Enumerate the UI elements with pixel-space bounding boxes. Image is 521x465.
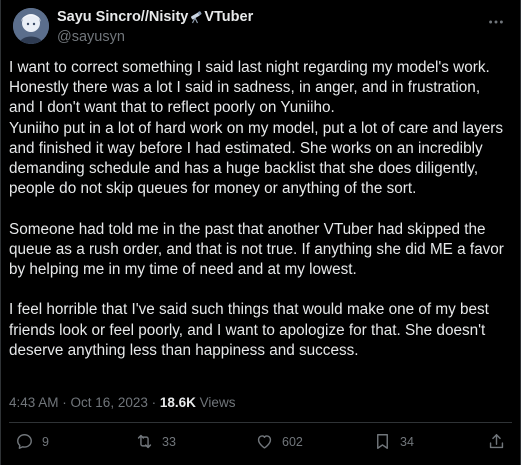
tweet-text: I want to correct something I said last … <box>9 58 514 361</box>
tweet-line: and I don't want that to reflect poorly … <box>9 99 335 117</box>
bookmark-button[interactable]: 34 <box>373 432 414 451</box>
tweet-line: demanding schedule and has a huge backli… <box>9 160 479 178</box>
retweet-count: 33 <box>162 434 176 449</box>
avatar[interactable] <box>13 8 49 44</box>
tweet-line: Someone had told me in the past that ano… <box>9 220 486 238</box>
share-button[interactable] <box>487 432 506 456</box>
tweet-line: and finished it way before I had estimat… <box>9 139 483 157</box>
share-icon <box>489 434 504 449</box>
tweet-line: I want to correct something I said last … <box>9 59 490 76</box>
divider <box>9 422 512 423</box>
meta-separator: · <box>151 395 160 410</box>
bookmark-count: 34 <box>400 434 414 449</box>
retweet-button[interactable]: 33 <box>135 432 176 451</box>
reply-button[interactable]: 9 <box>15 432 49 451</box>
tweet-line: I feel horrible that I've said such thin… <box>9 301 489 319</box>
tweet-date[interactable]: Oct 16, 2023 <box>71 395 148 410</box>
avatar-image <box>13 8 49 44</box>
tweet-line: friends look or feel poorly, and I want … <box>9 321 486 339</box>
views-label: Views <box>199 395 236 410</box>
author-handle[interactable]: @sayusyn <box>57 29 125 45</box>
action-bar: 9 33 602 34 <box>1 432 521 458</box>
heart-icon <box>257 435 272 449</box>
views-count: 18.6K <box>159 395 196 410</box>
tweet-line: people do not skip queues for money or a… <box>9 180 417 198</box>
tweet-line: by helping me in my time of need and at … <box>9 261 357 279</box>
like-count: 602 <box>282 434 303 449</box>
tweet-time[interactable]: 4:43 AM <box>9 395 59 410</box>
retweet-icon <box>137 434 152 449</box>
display-name-suffix: VTuber <box>204 9 254 25</box>
tweet-line: queue as a rush order, and that is not t… <box>9 240 504 258</box>
reply-count: 9 <box>42 434 49 449</box>
more-options-icon[interactable] <box>486 12 506 32</box>
display-name-text: Sayu Sincro//Nisity <box>57 9 189 25</box>
reply-icon <box>17 434 32 449</box>
author-display-name[interactable]: Sayu Sincro//Nisity VTuber <box>57 9 253 25</box>
tweet-line: Yuniiho put in a lot of hard work on my … <box>9 119 504 137</box>
like-button[interactable]: 602 <box>255 432 303 451</box>
bookmark-icon <box>377 434 388 449</box>
meta-separator: · <box>62 395 71 410</box>
tweet-meta: 4:43 AM · Oct 16, 2023 · 18.6K Views <box>9 395 235 410</box>
tweet-card: Sayu Sincro//Nisity VTuber @sayusyn I wa… <box>0 0 521 465</box>
tweet-line: Honestly there was a lot I said in sadne… <box>9 79 481 97</box>
telescope-icon <box>189 10 203 24</box>
tweet-line: deserve anything less than happiness and… <box>9 341 359 359</box>
